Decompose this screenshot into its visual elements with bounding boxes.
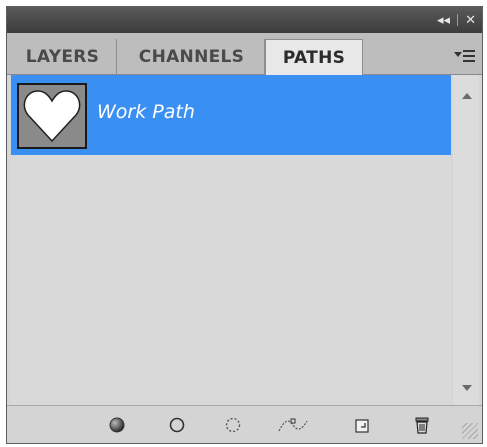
panel-menu-icon[interactable] <box>454 47 476 65</box>
tab-channels[interactable]: CHANNELS <box>119 39 265 75</box>
tab-paths[interactable]: PATHS <box>265 39 363 76</box>
menu-line <box>463 60 475 62</box>
path-row-work-path[interactable]: Work Path <box>11 75 451 155</box>
menu-arrow-icon <box>454 52 462 57</box>
stroke-path-icon[interactable] <box>167 415 187 435</box>
make-work-path-icon[interactable] <box>277 415 309 435</box>
panel-bottom-bar <box>7 405 482 443</box>
path-label: Work Path <box>97 101 195 123</box>
scroll-down-arrow-icon[interactable] <box>462 385 472 391</box>
menu-line <box>463 50 475 52</box>
paths-panel: ◂◂ ✕ LAYERS CHANNELS PATHS Work Path <box>6 6 483 444</box>
fill-path-icon[interactable] <box>107 415 127 435</box>
resize-grip-icon[interactable] <box>462 423 478 439</box>
close-icon[interactable]: ✕ <box>465 13 476 28</box>
tab-layers[interactable]: LAYERS <box>9 39 117 75</box>
paths-list: Work Path <box>11 75 451 405</box>
load-path-as-selection-icon[interactable] <box>223 415 243 435</box>
delete-path-icon[interactable] <box>412 415 432 435</box>
panel-tabs: LAYERS CHANNELS PATHS <box>7 33 482 76</box>
scroll-up-arrow-icon[interactable] <box>462 93 472 99</box>
new-path-icon[interactable] <box>352 415 372 435</box>
menu-line <box>463 55 475 57</box>
titlebar-divider <box>457 14 459 26</box>
collapse-icon[interactable]: ◂◂ <box>437 13 450 28</box>
path-thumbnail <box>17 83 87 149</box>
scrollbar[interactable] <box>453 75 479 405</box>
panel-titlebar[interactable]: ◂◂ ✕ <box>7 7 482 33</box>
heart-icon <box>23 90 81 143</box>
